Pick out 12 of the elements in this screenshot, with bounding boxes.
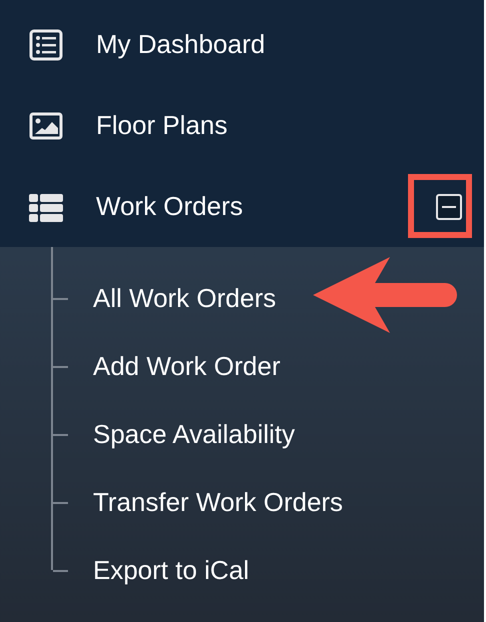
submenu-item[interactable]: Transfer Work Orders [93,482,343,522]
submenu-item[interactable]: All Work Orders [93,278,276,318]
dashboard-icon [28,26,64,62]
tree-connector [51,332,68,400]
menu-item[interactable]: Floor Plans [96,106,228,145]
submenu-item[interactable]: Export to iCal [93,550,250,590]
menu-item[interactable]: My Dashboard [96,25,266,64]
menu-item[interactable]: Work Orders [96,187,243,226]
submenu-item[interactable]: Space Availability [93,414,295,454]
tree-connector [51,400,68,468]
submenu-item[interactable]: Add Work Order [93,346,280,386]
collapse-button[interactable] [436,194,462,220]
